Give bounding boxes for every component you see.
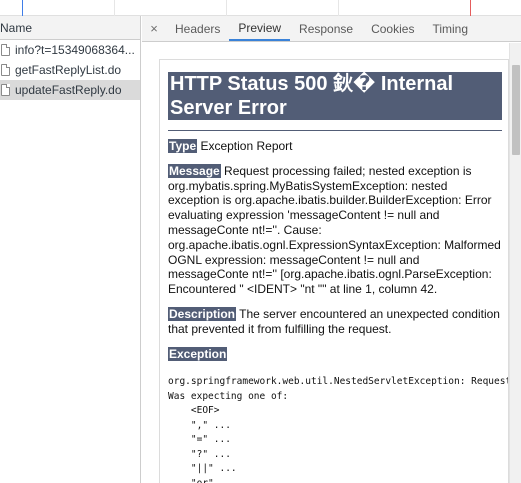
divider	[168, 130, 502, 131]
message-paragraph: Message Request processing failed; neste…	[168, 163, 502, 297]
scrollbar-thumb[interactable]	[512, 65, 520, 155]
request-row-info[interactable]: info?t=15349068364...	[0, 40, 140, 60]
description-label: Description	[168, 306, 237, 321]
type-label: Type	[168, 139, 198, 153]
tab-timing[interactable]: Timing	[423, 16, 477, 41]
request-detail-panel: × Headers Preview Response Cookies Timin…	[142, 16, 521, 483]
request-list-panel: Name info?t=15349068364... getFastReplyL…	[0, 16, 141, 483]
type-paragraph: Type Exception Report	[168, 139, 502, 154]
tab-preview[interactable]: Preview	[229, 16, 291, 41]
description-paragraph: Description The server encountered an un…	[168, 306, 502, 337]
timeline-gridline	[338, 0, 339, 16]
request-name: info?t=15349068364...	[15, 43, 135, 57]
request-name: updateFastReply.do	[15, 83, 122, 97]
tab-cookies[interactable]: Cookies	[362, 16, 423, 41]
document-icon	[1, 84, 10, 96]
request-name: getFastReplyList.do	[15, 63, 122, 77]
exception-heading: Exception	[168, 346, 502, 362]
name-column-header[interactable]: Name	[0, 16, 140, 40]
tab-response[interactable]: Response	[290, 16, 362, 41]
request-row-updatefastreply[interactable]: updateFastReply.do	[0, 80, 140, 100]
message-label: Message	[168, 163, 221, 178]
preview-area: HTTP Status 500 鈥� Internal Server Error…	[142, 43, 521, 483]
document-icon	[1, 64, 10, 76]
error-document: HTTP Status 500 鈥� Internal Server Error…	[168, 72, 508, 483]
exception-label: Exception	[168, 346, 228, 361]
request-row-getfastreplylist[interactable]: getFastReplyList.do	[0, 60, 140, 80]
timeline-gridline	[226, 0, 227, 16]
detail-tabbar: × Headers Preview Response Cookies Timin…	[142, 16, 521, 42]
timeline-strip	[0, 0, 521, 16]
tab-headers[interactable]: Headers	[166, 16, 229, 41]
document-icon	[1, 44, 10, 56]
close-icon[interactable]: ×	[142, 16, 166, 41]
dom-loaded-marker	[22, 0, 23, 16]
vertical-scrollbar[interactable]	[509, 43, 521, 483]
type-value: Exception Report	[197, 139, 293, 153]
exception-stacktrace: org.springframework.web.util.NestedServl…	[168, 376, 509, 483]
message-value: Request processing failed; nested except…	[168, 163, 501, 297]
page-title: HTTP Status 500 鈥� Internal Server Error	[168, 72, 502, 120]
load-event-marker	[470, 0, 471, 16]
html-preview-frame: HTTP Status 500 鈥� Internal Server Error…	[159, 59, 509, 483]
timeline-gridline	[114, 0, 115, 16]
